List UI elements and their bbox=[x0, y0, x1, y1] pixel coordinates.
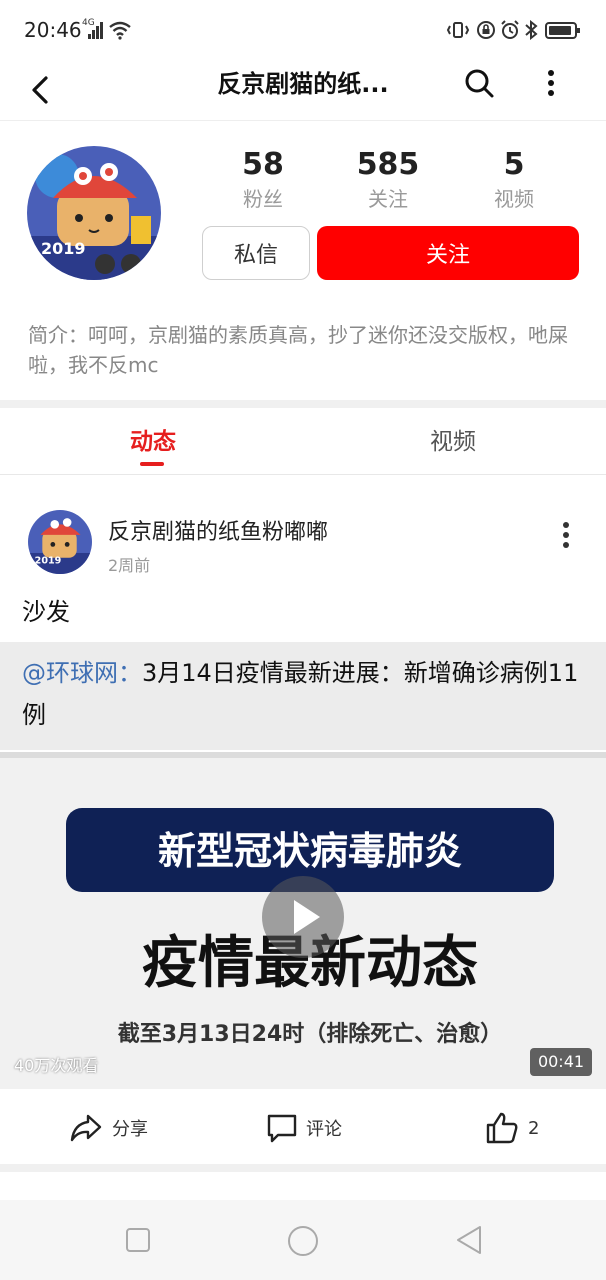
more-options-button[interactable] bbox=[536, 64, 566, 104]
video-caption: 截至3月13日24时（排除死亡、治愈） bbox=[117, 1022, 503, 1047]
stat-videos[interactable]: 5 视频 bbox=[464, 145, 564, 213]
page-title: 反京剧猫的纸... bbox=[217, 70, 389, 98]
status-time: 20:46 bbox=[24, 18, 82, 42]
back-button[interactable] bbox=[22, 70, 62, 110]
follow-button[interactable]: 关注 bbox=[317, 226, 579, 280]
stat-label: 视频 bbox=[494, 187, 534, 211]
bluetooth-icon bbox=[523, 19, 539, 41]
message-button[interactable]: 私信 bbox=[202, 226, 310, 280]
video-duration: 00:41 bbox=[530, 1048, 592, 1076]
like-count: 2 bbox=[528, 1117, 540, 1139]
post-more-button[interactable] bbox=[552, 518, 580, 552]
like-button[interactable]: 2 bbox=[484, 1106, 539, 1150]
video-title-line1: 新型冠状病毒肺炎 bbox=[157, 829, 462, 873]
more-vertical-icon bbox=[563, 522, 569, 548]
back-arrow-icon bbox=[32, 76, 48, 104]
tab-dynamics[interactable]: 动态 bbox=[90, 420, 216, 464]
lock-icon bbox=[476, 20, 496, 40]
post-author-avatar[interactable]: 2019 bbox=[28, 510, 92, 574]
system-back-button[interactable] bbox=[454, 1224, 484, 1256]
section-divider bbox=[0, 1164, 606, 1172]
video-top-edge bbox=[0, 752, 606, 758]
post-author-name[interactable]: 反京剧猫的纸鱼粉嘟嘟 bbox=[108, 514, 328, 546]
recent-apps-button[interactable] bbox=[124, 1226, 152, 1254]
search-icon bbox=[465, 69, 494, 98]
section-divider bbox=[0, 400, 606, 408]
vibrate-icon bbox=[446, 20, 470, 40]
post-timestamp: 2周前 bbox=[108, 556, 151, 575]
post-text: 沙发 bbox=[22, 598, 70, 626]
stat-value: 58 bbox=[242, 147, 284, 182]
share-button[interactable]: 分享 bbox=[68, 1106, 148, 1150]
tab-videos[interactable]: 视频 bbox=[390, 420, 516, 464]
stat-value: 5 bbox=[503, 147, 525, 182]
search-button[interactable] bbox=[460, 64, 500, 104]
mention-link[interactable]: @环球网： bbox=[22, 659, 142, 687]
play-button[interactable] bbox=[262, 876, 344, 958]
comment-button[interactable]: 评论 bbox=[264, 1106, 342, 1150]
wifi-icon bbox=[108, 20, 132, 40]
stat-following[interactable]: 585 关注 bbox=[338, 145, 438, 213]
tab-divider bbox=[0, 474, 606, 475]
home-button[interactable] bbox=[286, 1224, 320, 1258]
share-label: 分享 bbox=[112, 1119, 148, 1140]
network-type: 4G bbox=[82, 18, 95, 28]
signal-icon: 4G bbox=[82, 18, 104, 40]
triangle-back-icon bbox=[457, 1226, 481, 1254]
share-icon bbox=[70, 1114, 102, 1142]
circle-icon bbox=[288, 1226, 318, 1256]
stat-value: 585 bbox=[356, 147, 420, 182]
svg-text:2019: 2019 bbox=[35, 555, 62, 566]
alarm-icon bbox=[500, 20, 520, 40]
comment-label: 评论 bbox=[306, 1119, 342, 1140]
view-count: 40万次观看 bbox=[14, 1056, 99, 1075]
play-icon bbox=[294, 900, 320, 934]
profile-bio: 简介：呵呵，京剧猫的素质真高，抄了迷你还没交版权，吔屎啦，我不反mc bbox=[28, 323, 568, 377]
stat-label: 粉丝 bbox=[243, 187, 283, 211]
more-vertical-icon bbox=[548, 70, 554, 96]
profile-avatar[interactable]: 2019 bbox=[27, 146, 161, 280]
square-icon bbox=[126, 1228, 150, 1252]
active-tab-indicator bbox=[140, 462, 164, 466]
stat-label: 关注 bbox=[368, 187, 408, 211]
svg-text:2019: 2019 bbox=[41, 239, 86, 258]
repost-content: @环球网：3月14日疫情最新进展：新增确诊病例11例 bbox=[22, 652, 588, 736]
battery-icon bbox=[545, 20, 581, 40]
comment-icon bbox=[267, 1114, 297, 1143]
stat-followers[interactable]: 58 粉丝 bbox=[213, 145, 313, 213]
thumbs-up-icon bbox=[486, 1112, 518, 1144]
